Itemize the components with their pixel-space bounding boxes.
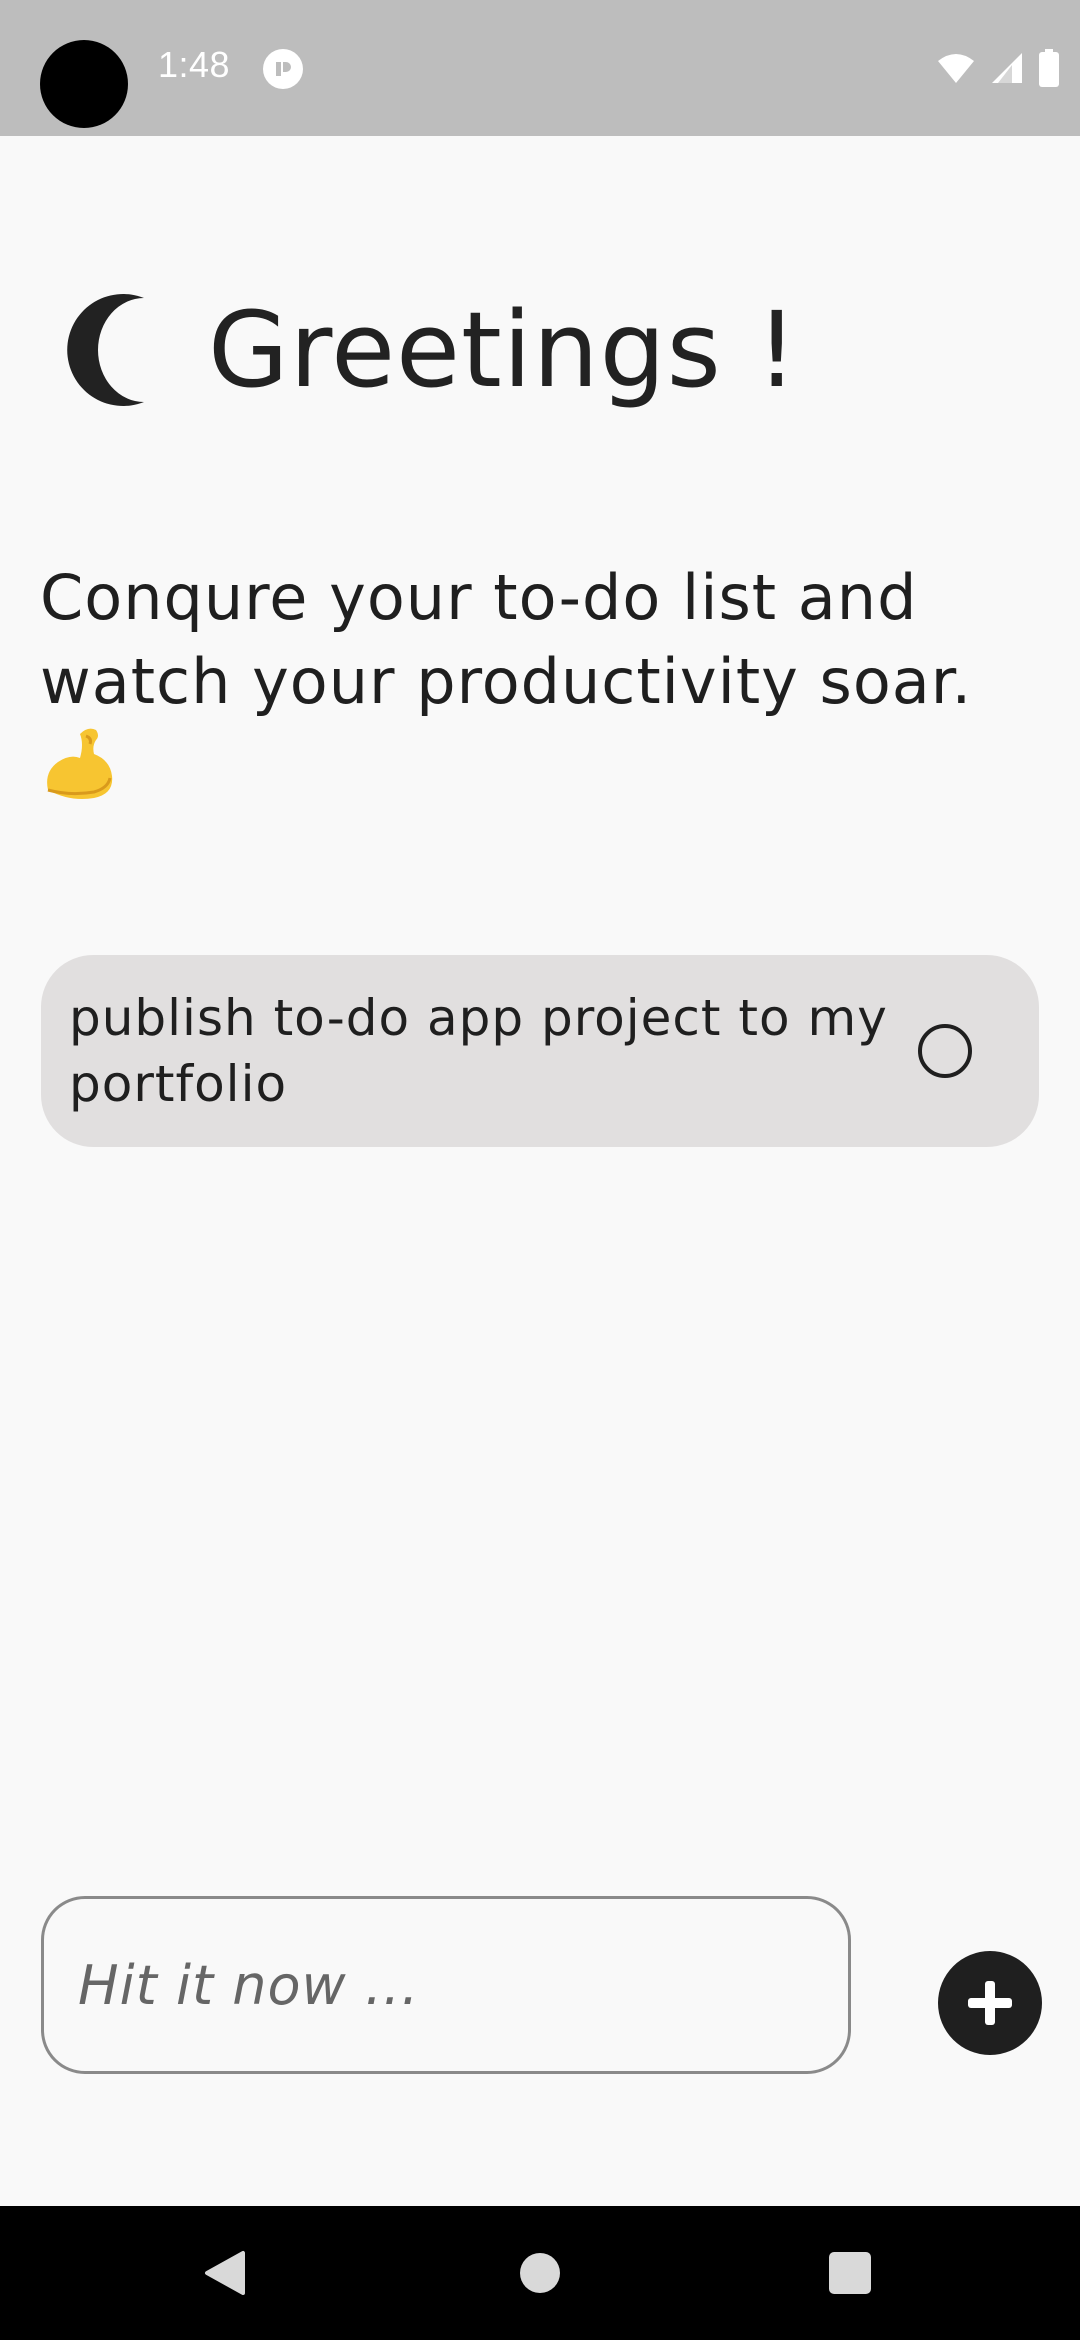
greeting-header: Greetings ! bbox=[58, 290, 799, 410]
camera-cutout bbox=[40, 40, 128, 128]
recents-icon bbox=[829, 2252, 871, 2294]
plus-icon bbox=[968, 1981, 1012, 2025]
new-task-input[interactable] bbox=[41, 1896, 851, 2074]
status-bar: 1:48 bbox=[0, 0, 1080, 136]
home-icon bbox=[520, 2253, 560, 2293]
wifi-icon bbox=[938, 54, 974, 83]
notification-icon bbox=[263, 49, 303, 89]
task-item[interactable]: publish to-do app project to my portfoli… bbox=[41, 955, 1039, 1147]
motivation-label: Conqure your to-do list and watch your p… bbox=[40, 561, 973, 718]
task-text: publish to-do app project to my portfoli… bbox=[69, 989, 888, 1113]
flexed-biceps-icon bbox=[47, 728, 113, 799]
home-button[interactable] bbox=[470, 2206, 610, 2340]
back-button[interactable] bbox=[155, 2206, 295, 2340]
recents-button[interactable] bbox=[780, 2206, 920, 2340]
add-task-button[interactable] bbox=[938, 1951, 1042, 2055]
page-title: Greetings ! bbox=[208, 289, 799, 411]
status-time: 1:48 bbox=[158, 44, 231, 85]
app-screen: 1:48 Greetings ! Conqure your to-do list… bbox=[0, 0, 1080, 2340]
battery-icon bbox=[1039, 49, 1059, 87]
back-icon bbox=[205, 2251, 245, 2295]
signal-icon bbox=[992, 53, 1022, 83]
moon-icon bbox=[67, 294, 144, 406]
status-icons bbox=[936, 48, 1060, 88]
system-navigation-bar bbox=[0, 2206, 1080, 2340]
task-complete-checkbox[interactable] bbox=[918, 1024, 972, 1078]
motivation-text: Conqure your to-do list and watch your p… bbox=[40, 556, 1040, 804]
